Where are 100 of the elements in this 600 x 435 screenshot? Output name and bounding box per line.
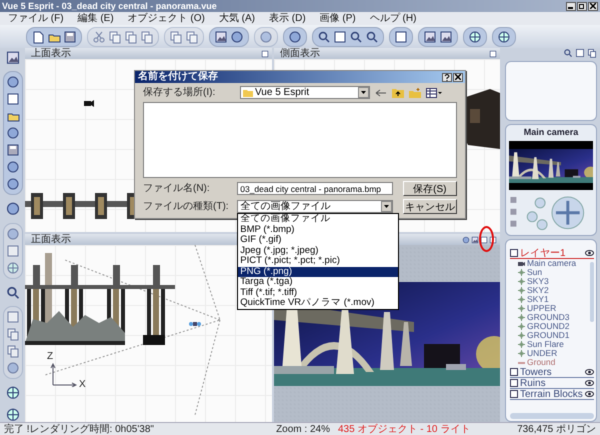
folder-up-icon[interactable] (392, 88, 404, 98)
light-icon (518, 305, 525, 312)
layer-item[interactable]: Main camera (510, 259, 594, 268)
back-icon[interactable] (375, 88, 387, 98)
menu-item[interactable]: ヘルプ (H) (370, 12, 416, 25)
layer-item[interactable]: GROUND3 (510, 313, 594, 322)
sphere-icon[interactable] (6, 126, 20, 140)
dropdown-option[interactable]: PNG (*.png) (238, 266, 398, 277)
sphere-icon[interactable] (259, 30, 273, 44)
magnifier-icon[interactable] (365, 30, 379, 44)
sphere-icon[interactable] (6, 160, 20, 174)
viewport-title: 側面表示 (280, 48, 320, 59)
panel-title: Main camera (524, 127, 578, 138)
scrollbar (590, 262, 594, 322)
layer-item-label: SKY2 (527, 286, 549, 295)
menu-item[interactable]: 表示 (D) (268, 12, 306, 25)
sphere-icon[interactable] (6, 361, 20, 376)
layer-item[interactable]: UNDER (510, 349, 594, 358)
square-icon[interactable] (489, 50, 497, 58)
layer-name: Towers (520, 366, 553, 378)
sphere-icon[interactable] (4, 201, 20, 217)
eye-icon[interactable] (585, 391, 594, 397)
sphere-icon[interactable] (230, 30, 244, 44)
layer-item[interactable]: SKY1 (510, 295, 594, 304)
axis-label: Z (47, 351, 54, 362)
layer-item[interactable]: SKY2 (510, 286, 594, 295)
square-icon[interactable] (394, 30, 408, 44)
layer-item[interactable]: GROUND1 (510, 331, 594, 340)
square-icon[interactable] (575, 48, 585, 58)
document-icon[interactable] (31, 30, 45, 44)
magnifier-icon[interactable] (317, 30, 331, 44)
layer-item-label: GROUND2 (527, 322, 570, 331)
picture-icon[interactable] (423, 30, 437, 44)
ground-icon (518, 360, 525, 364)
close-button[interactable] (453, 72, 463, 82)
eye-icon[interactable] (585, 380, 594, 386)
field-label: 保存する場所(I): (143, 86, 216, 98)
menu-item[interactable]: 編集 (E) (78, 12, 114, 25)
menu-item[interactable]: 大気 (A) (218, 12, 255, 25)
layer-name: Ruins (520, 378, 547, 388)
restore-button[interactable] (577, 2, 587, 10)
square-icon[interactable] (489, 236, 497, 244)
light-icon (518, 350, 525, 357)
layer-row[interactable]: レイヤー1 (510, 248, 594, 259)
square-icon[interactable] (6, 92, 20, 106)
menu-item[interactable]: ファイル (F) (8, 12, 64, 25)
globe-icon[interactable] (4, 385, 20, 401)
magnifier-icon[interactable] (4, 284, 20, 300)
globe-icon[interactable] (468, 30, 482, 44)
globe-icon[interactable] (4, 406, 20, 422)
folder-icon (243, 88, 253, 96)
location-dropdown[interactable]: Vue 5 Esprit (240, 86, 370, 99)
eye-icon[interactable] (585, 250, 594, 256)
copy-icon[interactable] (587, 48, 597, 58)
layer-item[interactable]: UPPER (510, 304, 594, 313)
layer-icon (510, 249, 518, 257)
picture-icon[interactable] (214, 30, 228, 44)
axis-icon (49, 363, 77, 387)
magnifier-icon[interactable] (349, 30, 363, 44)
scissors-icon[interactable] (92, 30, 106, 44)
layer-item-label: Main camera (527, 259, 576, 268)
light-icon (518, 278, 525, 285)
square-icon[interactable] (333, 30, 347, 44)
view-menu-icon[interactable] (426, 88, 442, 98)
close-button[interactable] (588, 2, 598, 10)
square-icon[interactable] (261, 50, 269, 58)
layer-item[interactable]: Sun Flare (510, 340, 594, 349)
picture-icon[interactable] (471, 236, 479, 244)
layer-row[interactable]: Towers (510, 367, 594, 378)
sphere-icon[interactable] (6, 75, 20, 90)
sphere-icon[interactable] (462, 236, 470, 244)
layer-item[interactable]: Sun (510, 268, 594, 277)
save-button[interactable]: 保存(S) (402, 181, 457, 196)
layer-item-label: UPPER (527, 304, 556, 313)
layer-item[interactable]: Ground (510, 358, 594, 367)
layer-item[interactable]: GROUND2 (510, 322, 594, 331)
sphere-icon[interactable] (288, 30, 302, 44)
layer-row[interactable]: Terrain Blocks (510, 389, 594, 400)
picture-icon[interactable] (4, 50, 20, 66)
minimize-button[interactable] (566, 2, 576, 10)
picture-icon[interactable] (439, 30, 453, 44)
cancel-button[interactable]: キャンセル (402, 199, 457, 214)
eye-icon[interactable] (585, 369, 594, 375)
menu-item[interactable]: 画像 (P) (320, 12, 356, 25)
polygon-count: 736,475 ポリゴン (516, 422, 597, 435)
help-button[interactable] (442, 72, 452, 82)
filename-field[interactable]: 03_dead city central - panorama.bmp (237, 182, 393, 195)
new-folder-icon[interactable] (409, 88, 421, 98)
menu-item[interactable]: オブジェクト (O) (128, 12, 205, 25)
layer-row[interactable]: Ruins (510, 378, 594, 389)
highlight-ring (479, 226, 494, 252)
viewport-title: 上面表示 (31, 48, 71, 59)
magnifier-icon[interactable] (563, 48, 573, 58)
window-title: Vue 5 Esprit - 03_dead city central - panorama.vue (2, 0, 217, 12)
square-icon[interactable] (480, 236, 488, 244)
globe-icon[interactable] (497, 30, 511, 44)
sphere-icon[interactable] (6, 177, 20, 192)
layer-item[interactable]: SKY3 (510, 277, 594, 286)
layer-item-label: SKY1 (527, 295, 549, 304)
sphere-icon[interactable] (6, 226, 20, 241)
